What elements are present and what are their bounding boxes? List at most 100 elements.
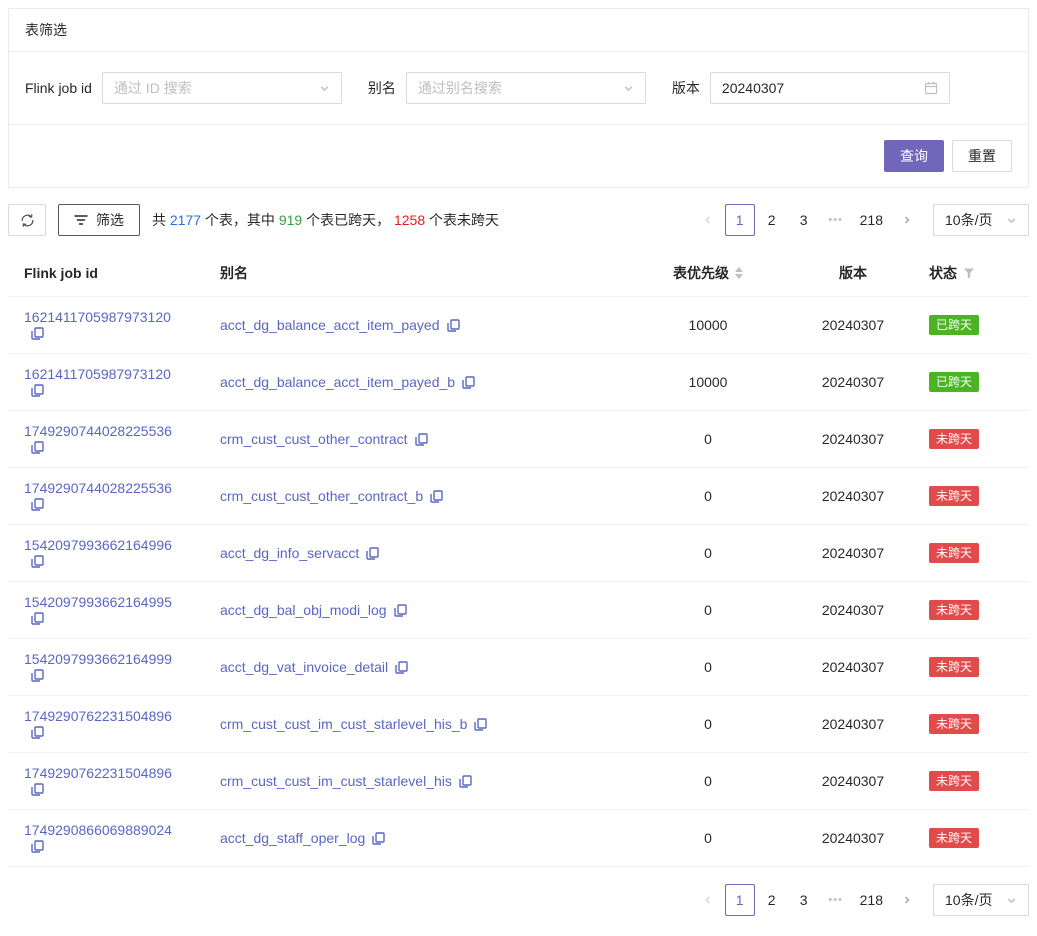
table-row: 1749290762231504896 crm_cust_cust_im_cus… — [8, 696, 1029, 753]
column-header-alias: 别名 — [204, 250, 623, 297]
alias-label: 别名 — [368, 78, 396, 98]
alias-placeholder: 通过别名搜索 — [418, 78, 502, 98]
alias-link[interactable]: crm_cust_cust_im_cust_starlevel_his_b — [220, 716, 467, 732]
version-date-input[interactable]: 20240307 — [710, 72, 950, 104]
copy-icon[interactable] — [366, 547, 379, 560]
alias-link[interactable]: crm_cust_cust_im_cust_starlevel_his — [220, 773, 452, 789]
column-header-priority[interactable]: 表优先级 — [623, 250, 793, 297]
copy-icon[interactable] — [372, 832, 385, 845]
copy-icon[interactable] — [31, 441, 44, 454]
copy-icon[interactable] — [415, 433, 428, 446]
alias-link[interactable]: acct_dg_balance_acct_item_payed_b — [220, 374, 455, 390]
filter-funnel-icon[interactable] — [963, 267, 975, 279]
table-row: 1542097993662164995 acct_dg_bal_obj_modi… — [8, 582, 1029, 639]
copy-icon[interactable] — [31, 555, 44, 568]
page-button[interactable]: 2 — [757, 884, 787, 916]
alias-link[interactable]: acct_dg_vat_invoice_detail — [220, 659, 388, 675]
copy-icon[interactable] — [459, 775, 472, 788]
copy-icon[interactable] — [31, 783, 44, 796]
copy-icon[interactable] — [394, 604, 407, 617]
alias-select[interactable]: 通过别名搜索 — [406, 72, 646, 104]
table-row: 1749290762231504896 crm_cust_cust_im_cus… — [8, 753, 1029, 810]
crossed-count: 919 — [279, 212, 302, 228]
copy-icon[interactable] — [395, 661, 408, 674]
copy-icon[interactable] — [474, 718, 487, 731]
copy-icon[interactable] — [31, 384, 44, 397]
copy-icon[interactable] — [31, 327, 44, 340]
alias-link[interactable]: acct_dg_bal_obj_modi_log — [220, 602, 387, 618]
version-cell: 20240307 — [793, 582, 913, 639]
priority-cell: 10000 — [623, 354, 793, 411]
alias-link[interactable]: acct_dg_balance_acct_item_payed — [220, 317, 440, 333]
copy-icon[interactable] — [31, 840, 44, 853]
filter-lines-icon — [74, 213, 88, 227]
version-cell: 20240307 — [793, 468, 913, 525]
priority-cell: 0 — [623, 582, 793, 639]
job-id-link[interactable]: 1542097993662164999 — [24, 651, 172, 667]
page-ellipsis[interactable]: ••• — [821, 204, 851, 236]
version-cell: 20240307 — [793, 696, 913, 753]
status-badge: 未跨天 — [929, 828, 979, 848]
page-button[interactable]: 218 — [853, 884, 890, 916]
copy-icon[interactable] — [462, 376, 475, 389]
page-button[interactable]: 1 — [725, 884, 755, 916]
refresh-button[interactable] — [8, 204, 46, 236]
page-items: 123•••218 — [724, 204, 891, 236]
page-size-select[interactable]: 10条/页 — [933, 884, 1029, 916]
prev-page-button[interactable] — [693, 884, 723, 916]
copy-icon[interactable] — [430, 490, 443, 503]
priority-cell: 0 — [623, 696, 793, 753]
page-button[interactable]: 3 — [789, 884, 819, 916]
job-id-link[interactable]: 1542097993662164995 — [24, 594, 172, 610]
version-label: 版本 — [672, 78, 700, 98]
copy-icon[interactable] — [447, 319, 460, 332]
version-cell: 20240307 — [793, 639, 913, 696]
not-crossed-count: 1258 — [394, 212, 425, 228]
query-button[interactable]: 查询 — [884, 140, 944, 172]
summary-text: 共 2177 个表，其中 919 个表已跨天， 1258 个表未跨天 — [152, 210, 499, 230]
copy-icon[interactable] — [31, 669, 44, 682]
field-flink-job-id: Flink job id 通过 ID 搜索 — [25, 72, 342, 104]
copy-icon[interactable] — [31, 612, 44, 625]
column-header-version: 版本 — [793, 250, 913, 297]
alias-link[interactable]: crm_cust_cust_other_contract — [220, 431, 408, 447]
chevron-left-icon — [703, 895, 713, 905]
alias-link[interactable]: acct_dg_staff_oper_log — [220, 830, 365, 846]
copy-icon[interactable] — [31, 726, 44, 739]
page-button[interactable]: 218 — [853, 204, 890, 236]
page-size-select[interactable]: 10条/页 — [933, 204, 1029, 236]
summary-part: 个表未跨天 — [425, 212, 499, 228]
alias-link[interactable]: acct_dg_info_servacct — [220, 545, 359, 561]
summary-part: 共 — [152, 212, 170, 228]
prev-page-button[interactable] — [693, 204, 723, 236]
refresh-icon — [20, 213, 35, 228]
flink-job-id-select[interactable]: 通过 ID 搜索 — [102, 72, 342, 104]
column-header-status: 状态 — [913, 250, 1029, 297]
job-id-link[interactable]: 1542097993662164996 — [24, 537, 172, 553]
job-id-link[interactable]: 1749290762231504896 — [24, 765, 172, 781]
page-button[interactable]: 3 — [789, 204, 819, 236]
reset-button[interactable]: 重置 — [952, 140, 1012, 172]
status-badge: 已跨天 — [929, 315, 979, 335]
toolbar: 筛选 共 2177 个表，其中 919 个表已跨天， 1258 个表未跨天 12… — [8, 204, 1029, 236]
copy-icon[interactable] — [31, 498, 44, 511]
job-id-link[interactable]: 1749290866069889024 — [24, 822, 172, 838]
chevron-down-icon — [1006, 215, 1017, 226]
page-button[interactable]: 1 — [725, 204, 755, 236]
alias-link[interactable]: crm_cust_cust_other_contract_b — [220, 488, 423, 504]
next-page-button[interactable] — [892, 884, 922, 916]
job-id-link[interactable]: 1621411705987973120 — [24, 366, 171, 382]
job-id-link[interactable]: 1749290744028225536 — [24, 423, 172, 439]
filter-card: 表筛选 Flink job id 通过 ID 搜索 别名 通过别名搜索 — [8, 8, 1029, 188]
chevron-down-icon — [1006, 895, 1017, 906]
job-id-link[interactable]: 1621411705987973120 — [24, 309, 171, 325]
sort-icon[interactable] — [735, 267, 743, 279]
page-ellipsis[interactable]: ••• — [821, 884, 851, 916]
next-page-button[interactable] — [892, 204, 922, 236]
job-id-link[interactable]: 1749290762231504896 — [24, 708, 172, 724]
version-cell: 20240307 — [793, 354, 913, 411]
priority-cell: 0 — [623, 525, 793, 582]
page-button[interactable]: 2 — [757, 204, 787, 236]
job-id-link[interactable]: 1749290744028225536 — [24, 480, 172, 496]
filter-toggle-button[interactable]: 筛选 — [58, 204, 140, 236]
